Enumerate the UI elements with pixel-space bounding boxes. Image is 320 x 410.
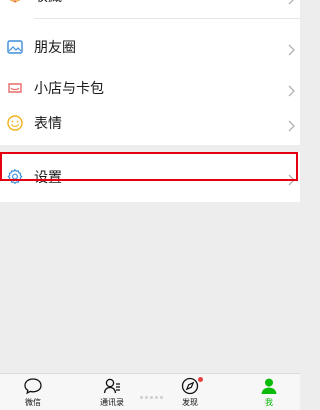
tab-wechat[interactable]: 微信 bbox=[8, 376, 58, 410]
tab-me[interactable]: 我 bbox=[244, 376, 294, 410]
shop-cards-icon bbox=[6, 79, 24, 97]
chat-bubble-icon bbox=[8, 376, 58, 396]
bottom-tab-bar: 微信 通讯录 发现 我 bbox=[0, 373, 300, 410]
compass-discover-icon bbox=[165, 376, 215, 396]
tab-discover[interactable]: 发现 bbox=[165, 376, 215, 410]
chevron-right-icon bbox=[288, 117, 296, 132]
chevron-right-icon bbox=[288, 82, 296, 97]
contacts-icon bbox=[87, 376, 137, 396]
smiley-emoji-icon bbox=[6, 114, 24, 132]
tab-label: 微信 bbox=[25, 398, 41, 407]
menu-item-label: 小店与卡包 bbox=[34, 81, 104, 97]
tab-contacts[interactable]: 通讯录 bbox=[87, 376, 137, 410]
tab-label: 发现 bbox=[182, 398, 198, 407]
settings-highlight-box bbox=[0, 152, 298, 181]
notification-badge bbox=[198, 377, 203, 382]
page-indicator-dots bbox=[139, 384, 164, 403]
person-me-icon bbox=[244, 376, 294, 396]
menu-group-main: 小店与卡包 表情 bbox=[0, 0, 300, 145]
menu-item-label: 表情 bbox=[34, 116, 62, 132]
tab-label: 通讯录 bbox=[100, 398, 124, 407]
menu-item-emoji[interactable]: 表情 bbox=[0, 101, 300, 145]
tab-label: 我 bbox=[265, 398, 273, 407]
